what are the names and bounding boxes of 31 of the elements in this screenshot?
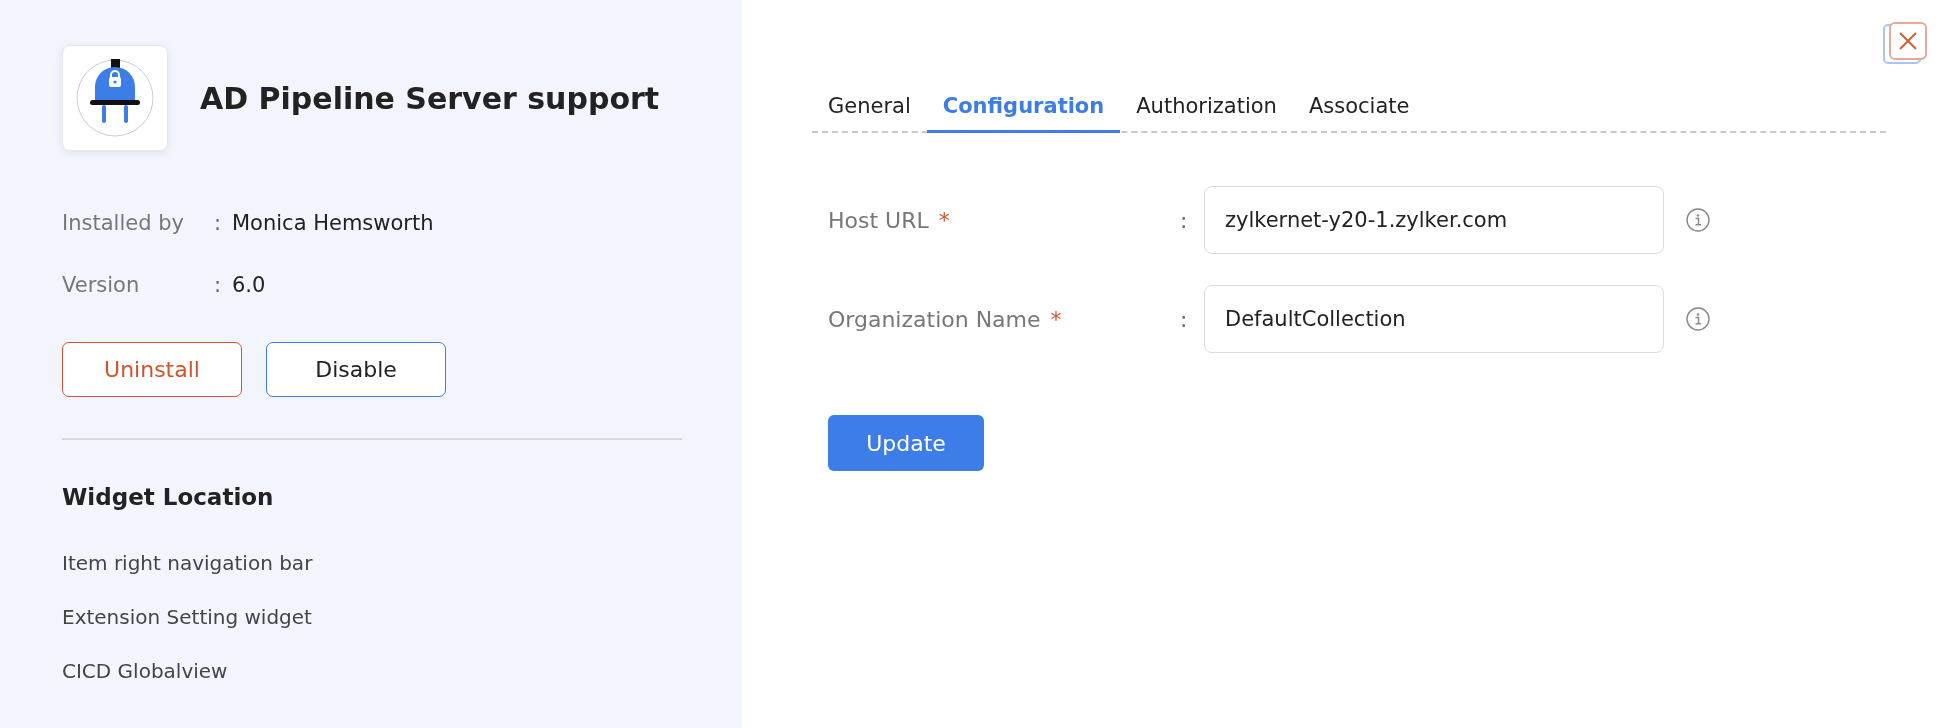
disable-button[interactable]: Disable — [266, 342, 446, 397]
detail-label: Installed by — [62, 211, 185, 235]
update-button[interactable]: Update — [828, 415, 984, 471]
required-mark: * — [1050, 306, 1062, 332]
tab[interactable]: General — [812, 86, 927, 133]
detail-label: Version — [62, 273, 141, 297]
field-label: Organization Name — [828, 306, 1041, 332]
colon-separator: : — [214, 211, 223, 235]
colon-separator: : — [1180, 207, 1189, 233]
close-icon — [1899, 32, 1917, 50]
tab[interactable]: Authorization — [1120, 86, 1293, 133]
text-field[interactable]: DefaultCollection — [1204, 285, 1664, 353]
colon-separator: : — [214, 273, 223, 297]
location-item: Extension Setting widget — [62, 604, 313, 630]
detail-value: Monica Hemsworth — [232, 211, 434, 235]
location-item: Item right navigation bar — [62, 550, 314, 576]
tab[interactable]: Associate — [1292, 86, 1426, 133]
colon-separator: : — [1180, 306, 1189, 332]
tab[interactable]: Configuration — [926, 86, 1121, 133]
section-heading: Widget Location — [62, 484, 275, 510]
uninstall-button[interactable]: Uninstall — [62, 342, 242, 397]
text-field[interactable]: zylkernet-y20-1.zylker.com — [1204, 186, 1664, 254]
info-icon[interactable] — [1686, 307, 1710, 331]
plug-icon — [76, 59, 154, 137]
detail-value: 6.0 — [232, 273, 266, 297]
field-label: Host URL — [828, 207, 929, 233]
info-icon[interactable] — [1686, 208, 1710, 232]
location-item: CICD Globalview — [62, 658, 229, 684]
extension-title: AD Pipeline Server support — [200, 80, 660, 116]
required-mark: * — [938, 207, 950, 233]
close-button[interactable] — [1889, 22, 1927, 60]
